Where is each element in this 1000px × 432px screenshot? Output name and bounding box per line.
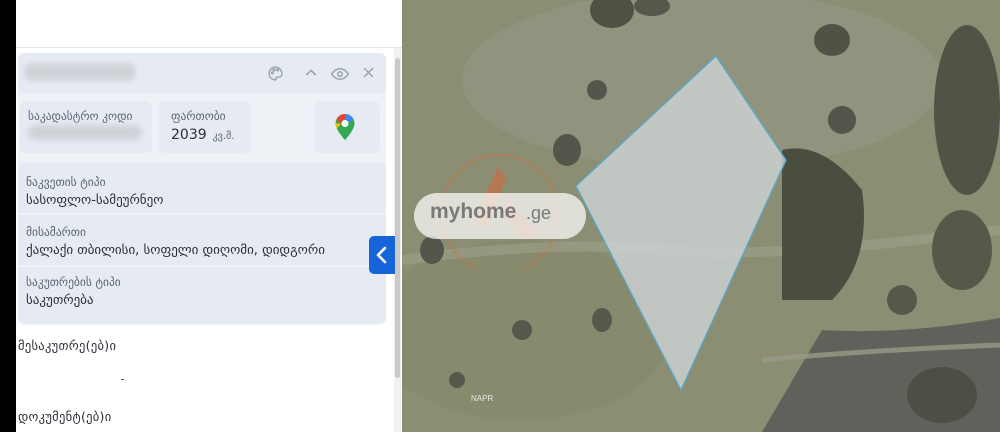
ownership-type-section: საკუთრების ტიპი საკუთრება — [18, 267, 386, 323]
collapse-panel-button[interactable] — [369, 236, 395, 274]
watermark-text: myhome — [430, 200, 517, 223]
eye-icon[interactable] — [330, 65, 350, 83]
parcel-type-label: ნაკვეთის ტიპი — [26, 175, 106, 189]
panel-scrollbar-thumb[interactable] — [395, 58, 400, 378]
google-maps-button[interactable] — [314, 101, 380, 153]
redacted-parcel-title — [24, 63, 136, 81]
parcel-type-section: ნაკვეთის ტიპი სასოფლო-სამეურნეო — [18, 163, 386, 213]
divider — [16, 47, 402, 48]
address-section: მისამართი ქალაქი თბილისი, სოფელი დიღომი,… — [18, 215, 386, 265]
map-attribution: NAPR — [471, 394, 494, 403]
cadastral-code-box: საკადასტრო კოდი — [20, 101, 152, 153]
myhome-watermark: myhome .ge — [414, 148, 586, 268]
palette-icon[interactable] — [266, 65, 284, 83]
chevron-left-icon — [376, 246, 387, 264]
owners-heading[interactable]: მესაკუთრე(ებ)ი — [18, 338, 116, 353]
panel-topbar — [16, 0, 402, 44]
area-label: ფართობი — [171, 109, 226, 123]
google-maps-pin-icon — [335, 114, 355, 140]
address-value: ქალაქი თბილისი, სოფელი დიღომი, დიდგორი — [26, 243, 325, 258]
area-box: ფართობი 2039 კვ.მ. — [159, 101, 251, 153]
chevron-up-icon[interactable] — [302, 65, 320, 83]
redacted-cadastral-code — [28, 125, 142, 140]
cadastral-code-label: საკადასტრო კოდი — [28, 109, 133, 123]
close-icon[interactable] — [359, 65, 377, 83]
separator-dot — [121, 379, 124, 380]
address-label: მისამართი — [26, 225, 86, 239]
parcel-card-header[interactable] — [18, 53, 386, 93]
area-value: 2039 კვ.მ. — [171, 127, 235, 143]
parcel-card: საკადასტრო კოდი ფართობი 2039 კვ.მ. ნაკვეთ… — [18, 53, 386, 325]
ownership-type-label: საკუთრების ტიპი — [26, 275, 121, 289]
area-unit: კვ.მ. — [212, 131, 235, 142]
parcel-info-panel: საკადასტრო კოდი ფართობი 2039 კვ.მ. ნაკვეთ… — [16, 0, 402, 432]
ownership-type-value: საკუთრება — [26, 293, 94, 308]
parcel-type-value: სასოფლო-სამეურნეო — [26, 193, 164, 208]
documents-heading[interactable]: დოკუმენტ(ებ)ი — [18, 409, 112, 424]
watermark-domain: .ge — [526, 203, 552, 223]
